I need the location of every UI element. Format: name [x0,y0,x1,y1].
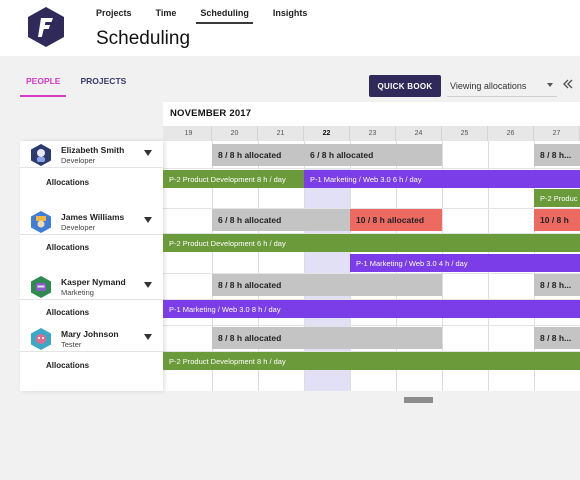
capacity-cell[interactable]: 8 / 8 h allocated [212,144,304,166]
horizontal-scrollbar-thumb[interactable] [404,397,433,403]
overallocated-cell[interactable]: 10 / 8 h [534,209,580,231]
app-logo-icon[interactable] [28,7,64,47]
day-header-cell: 20 [212,126,258,141]
allocation-bar[interactable]: P-1 Marketing / Web 3.0 4 h / day [350,254,580,272]
avatar [31,144,51,166]
view-tabs: PEOPLE PROJECTS [20,76,140,97]
allocations-label: Allocations [46,178,90,187]
person-role: Marketing [61,288,94,297]
tab-projects[interactable]: PROJECTS [80,76,126,97]
top-navigation: Projects Time Scheduling Insights [96,8,331,24]
quick-book-button[interactable]: QUICK BOOK [369,75,441,97]
day-header-cell: 25 [442,126,488,141]
expand-chevron-icon[interactable] [144,334,152,340]
person-role: Tester [61,340,82,349]
overallocated-cell[interactable]: 10 / 8 h allocated [350,209,442,231]
capacity-cell[interactable]: 6 / 8 h allocated [212,209,350,231]
allocation-bar[interactable]: P-2 Produc [534,189,580,207]
day-header-cell: 21 [258,126,304,141]
person-name: Elizabeth Smith [61,145,125,155]
people-panel: Elizabeth Smith Developer Allocations Ja… [20,141,163,391]
capacity-cell[interactable]: 8 / 8 h... [534,274,580,296]
nav-projects[interactable]: Projects [96,8,132,24]
avatar [31,328,51,350]
person-row[interactable]: Mary Johnson Tester [20,325,163,352]
person-row[interactable]: James Williams Developer [20,208,163,235]
person-role: Developer [61,156,96,165]
expand-chevron-icon[interactable] [144,282,152,288]
allocations-label: Allocations [46,308,90,317]
allocations-label: Allocations [46,243,90,252]
expand-chevron-icon[interactable] [144,217,152,223]
capacity-cell[interactable]: 8 / 8 h allocated [212,274,442,296]
day-header-cell: 19 [166,126,212,141]
tab-people[interactable]: PEOPLE [20,76,67,97]
allocation-bar[interactable]: P-2 Product Development 8 h / day [163,170,304,188]
person-name: James Williams [61,212,125,222]
day-header-cell: 24 [396,126,442,141]
capacity-cell[interactable]: 8 / 8 h... [534,144,580,166]
person-row[interactable]: Elizabeth Smith Developer [20,141,163,168]
grid-row-line [163,325,580,326]
allocation-bar[interactable]: P-2 Product Development 8 h / day [163,352,580,370]
allocation-bar[interactable]: P-2 Product Development 6 h / day [163,234,580,252]
nav-scheduling[interactable]: Scheduling [196,8,253,24]
day-header-cell: 27 [534,126,580,141]
allocations-label: Allocations [46,361,90,370]
caret-down-icon [547,83,553,87]
day-header-cell: 26 [488,126,534,141]
view-mode-select[interactable]: Viewing allocations [447,75,557,97]
allocation-bar[interactable]: P-1 Marketing / Web 3.0 6 h / day [304,170,580,188]
month-label: NOVEMBER 2017 [170,108,252,119]
nav-insights[interactable]: Insights [273,8,308,24]
avatar [31,211,51,233]
avatar [31,276,51,298]
view-mode-label: Viewing allocations [450,80,527,91]
grid-row-line [163,168,580,169]
app-header: Projects Time Scheduling Insights Schedu… [0,0,580,56]
capacity-cell[interactable]: 8 / 8 h allocated [212,327,442,349]
person-role: Developer [61,223,96,232]
nav-time[interactable]: Time [156,8,177,24]
expand-chevron-icon[interactable] [144,150,152,156]
day-header-cell-today: 22 [304,126,350,141]
page-title: Scheduling [96,28,191,49]
capacity-cell[interactable]: 6 / 8 h allocated [304,144,442,166]
allocation-bar[interactable]: P-1 Marketing / Web 3.0 8 h / day [163,300,580,318]
capacity-cell[interactable]: 8 / 8 h... [534,327,580,349]
person-name: Kasper Nymand [61,277,126,287]
person-name: Mary Johnson [61,329,119,339]
day-header-cell: 23 [350,126,396,141]
person-row[interactable]: Kasper Nymand Marketing [20,273,163,300]
collapse-double-chevron-icon[interactable] [562,78,576,94]
